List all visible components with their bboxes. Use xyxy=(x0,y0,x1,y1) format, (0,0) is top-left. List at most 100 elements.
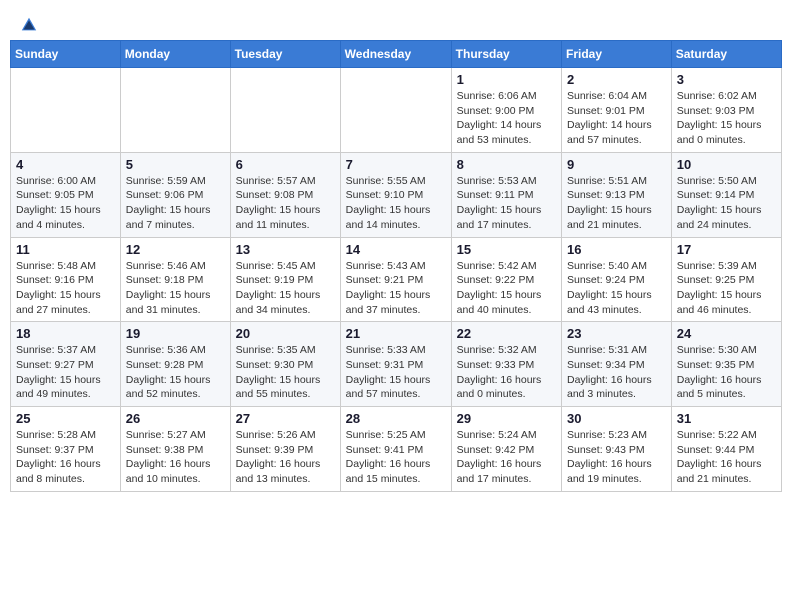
calendar-cell: 7Sunrise: 5:55 AMSunset: 9:10 PMDaylight… xyxy=(340,152,451,237)
day-info: Sunrise: 6:02 AMSunset: 9:03 PMDaylight:… xyxy=(677,89,776,148)
day-number: 13 xyxy=(236,242,335,257)
calendar-cell xyxy=(340,68,451,153)
calendar-cell xyxy=(120,68,230,153)
day-number: 12 xyxy=(126,242,225,257)
calendar-cell: 26 Sunrise: 5:27 AMSunset: 9:38 PMDayligh… xyxy=(120,407,230,492)
day-number: 20 xyxy=(236,326,335,341)
calendar-week-2: 4 Sunrise: 6:00 AMSunset: 9:05 PMDaylight… xyxy=(11,152,782,237)
day-info: Sunrise: 5:22 AMSunset: 9:44 PMDaylight:… xyxy=(677,428,776,487)
day-number: 17 xyxy=(677,242,776,257)
calendar-cell xyxy=(11,68,121,153)
day-number: 19 xyxy=(126,326,225,341)
day-info: Sunrise: 5:59 AMSunset: 9:06 PMDaylight:… xyxy=(126,174,225,233)
day-info: Sunrise: 5:23 AMSunset: 9:43 PMDaylight:… xyxy=(567,428,666,487)
day-info: Sunrise: 5:26 AMSunset: 9:39 PMDaylight:… xyxy=(236,428,335,487)
day-number: 4 xyxy=(16,157,115,172)
day-number: 29 xyxy=(457,411,556,426)
calendar-cell: 13 Sunrise: 5:45 AMSunset: 9:19 PMDayligh… xyxy=(230,237,340,322)
day-info: Sunrise: 5:50 AMSunset: 9:14 PMDaylight:… xyxy=(677,174,776,233)
day-info: Sunrise: 5:46 AMSunset: 9:18 PMDaylight:… xyxy=(126,259,225,318)
logo-icon xyxy=(20,16,38,34)
calendar-week-4: 18 Sunrise: 5:37 AMSunset: 9:27 PMDayligh… xyxy=(11,322,782,407)
day-number: 27 xyxy=(236,411,335,426)
calendar-cell: 15Sunrise: 5:42 AMSunset: 9:22 PMDayligh… xyxy=(451,237,561,322)
weekday-header-sunday: Sunday xyxy=(11,41,121,68)
day-info: Sunrise: 5:31 AMSunset: 9:34 PMDaylight:… xyxy=(567,343,666,402)
day-number: 8 xyxy=(457,157,556,172)
day-number: 30 xyxy=(567,411,666,426)
day-info: Sunrise: 5:35 AMSunset: 9:30 PMDaylight:… xyxy=(236,343,335,402)
day-number: 5 xyxy=(126,157,225,172)
weekday-header-monday: Monday xyxy=(120,41,230,68)
day-number: 22 xyxy=(457,326,556,341)
calendar-cell: 25Sunrise: 5:28 AMSunset: 9:37 PMDayligh… xyxy=(11,407,121,492)
day-info: Sunrise: 5:28 AMSunset: 9:37 PMDaylight:… xyxy=(16,428,115,487)
day-info: Sunrise: 5:45 AMSunset: 9:19 PMDaylight:… xyxy=(236,259,335,318)
day-info: Sunrise: 5:32 AMSunset: 9:33 PMDaylight:… xyxy=(457,343,556,402)
day-info: Sunrise: 5:51 AMSunset: 9:13 PMDaylight:… xyxy=(567,174,666,233)
calendar-cell: 10 Sunrise: 5:50 AMSunset: 9:14 PMDayligh… xyxy=(671,152,781,237)
day-number: 18 xyxy=(16,326,115,341)
calendar-header: SundayMondayTuesdayWednesdayThursdayFrid… xyxy=(11,41,782,68)
calendar-cell: 27 Sunrise: 5:26 AMSunset: 9:39 PMDayligh… xyxy=(230,407,340,492)
day-info: Sunrise: 5:57 AMSunset: 9:08 PMDaylight:… xyxy=(236,174,335,233)
calendar-cell: 5 Sunrise: 5:59 AMSunset: 9:06 PMDaylight… xyxy=(120,152,230,237)
day-number: 24 xyxy=(677,326,776,341)
day-info: Sunrise: 6:00 AMSunset: 9:05 PMDaylight:… xyxy=(16,174,115,233)
calendar-cell: 6Sunrise: 5:57 AMSunset: 9:08 PMDaylight… xyxy=(230,152,340,237)
weekday-header-saturday: Saturday xyxy=(671,41,781,68)
calendar-cell: 12 Sunrise: 5:46 AMSunset: 9:18 PMDayligh… xyxy=(120,237,230,322)
calendar-cell: 14 Sunrise: 5:43 AMSunset: 9:21 PMDayligh… xyxy=(340,237,451,322)
calendar-cell: 24 Sunrise: 5:30 AMSunset: 9:35 PMDayligh… xyxy=(671,322,781,407)
weekday-header-friday: Friday xyxy=(562,41,672,68)
weekday-header-wednesday: Wednesday xyxy=(340,41,451,68)
calendar-body: 1 Sunrise: 6:06 AMSunset: 9:00 PMDaylight… xyxy=(11,68,782,492)
weekday-header-tuesday: Tuesday xyxy=(230,41,340,68)
calendar-cell: 29 Sunrise: 5:24 AMSunset: 9:42 PMDayligh… xyxy=(451,407,561,492)
day-info: Sunrise: 5:39 AMSunset: 9:25 PMDaylight:… xyxy=(677,259,776,318)
day-info: Sunrise: 5:37 AMSunset: 9:27 PMDaylight:… xyxy=(16,343,115,402)
calendar-cell: 9 Sunrise: 5:51 AMSunset: 9:13 PMDaylight… xyxy=(562,152,672,237)
day-number: 21 xyxy=(346,326,446,341)
calendar-cell: 31 Sunrise: 5:22 AMSunset: 9:44 PMDayligh… xyxy=(671,407,781,492)
day-info: Sunrise: 5:27 AMSunset: 9:38 PMDaylight:… xyxy=(126,428,225,487)
calendar-cell: 16 Sunrise: 5:40 AMSunset: 9:24 PMDayligh… xyxy=(562,237,672,322)
calendar-cell: 30 Sunrise: 5:23 AMSunset: 9:43 PMDayligh… xyxy=(562,407,672,492)
calendar-cell: 19 Sunrise: 5:36 AMSunset: 9:28 PMDayligh… xyxy=(120,322,230,407)
calendar-week-1: 1 Sunrise: 6:06 AMSunset: 9:00 PMDaylight… xyxy=(11,68,782,153)
weekday-header-thursday: Thursday xyxy=(451,41,561,68)
day-number: 9 xyxy=(567,157,666,172)
day-info: Sunrise: 5:40 AMSunset: 9:24 PMDaylight:… xyxy=(567,259,666,318)
day-number: 23 xyxy=(567,326,666,341)
calendar-cell: 28Sunrise: 5:25 AMSunset: 9:41 PMDayligh… xyxy=(340,407,451,492)
day-info: Sunrise: 5:30 AMSunset: 9:35 PMDaylight:… xyxy=(677,343,776,402)
calendar-cell: 21 Sunrise: 5:33 AMSunset: 9:31 PMDayligh… xyxy=(340,322,451,407)
calendar-cell xyxy=(230,68,340,153)
day-info: Sunrise: 6:06 AMSunset: 9:00 PMDaylight:… xyxy=(457,89,556,148)
day-number: 26 xyxy=(126,411,225,426)
day-number: 14 xyxy=(346,242,446,257)
calendar-cell: 17 Sunrise: 5:39 AMSunset: 9:25 PMDayligh… xyxy=(671,237,781,322)
day-info: Sunrise: 5:43 AMSunset: 9:21 PMDaylight:… xyxy=(346,259,446,318)
day-info: Sunrise: 5:36 AMSunset: 9:28 PMDaylight:… xyxy=(126,343,225,402)
calendar-cell: 3 Sunrise: 6:02 AMSunset: 9:03 PMDaylight… xyxy=(671,68,781,153)
day-info: Sunrise: 5:25 AMSunset: 9:41 PMDaylight:… xyxy=(346,428,446,487)
day-info: Sunrise: 5:24 AMSunset: 9:42 PMDaylight:… xyxy=(457,428,556,487)
day-number: 1 xyxy=(457,72,556,87)
calendar-cell: 2Sunrise: 6:04 AMSunset: 9:01 PMDaylight… xyxy=(562,68,672,153)
logo xyxy=(18,16,38,34)
day-number: 31 xyxy=(677,411,776,426)
day-number: 16 xyxy=(567,242,666,257)
day-info: Sunrise: 5:42 AMSunset: 9:22 PMDaylight:… xyxy=(457,259,556,318)
day-info: Sunrise: 5:33 AMSunset: 9:31 PMDaylight:… xyxy=(346,343,446,402)
calendar-week-3: 11Sunrise: 5:48 AMSunset: 9:16 PMDayligh… xyxy=(11,237,782,322)
calendar-cell: 11Sunrise: 5:48 AMSunset: 9:16 PMDayligh… xyxy=(11,237,121,322)
day-number: 11 xyxy=(16,242,115,257)
day-number: 3 xyxy=(677,72,776,87)
calendar-cell: 20 Sunrise: 5:35 AMSunset: 9:30 PMDayligh… xyxy=(230,322,340,407)
day-number: 10 xyxy=(677,157,776,172)
header xyxy=(10,10,782,34)
calendar-cell: 22 Sunrise: 5:32 AMSunset: 9:33 PMDayligh… xyxy=(451,322,561,407)
day-number: 2 xyxy=(567,72,666,87)
calendar-cell: 4 Sunrise: 6:00 AMSunset: 9:05 PMDaylight… xyxy=(11,152,121,237)
